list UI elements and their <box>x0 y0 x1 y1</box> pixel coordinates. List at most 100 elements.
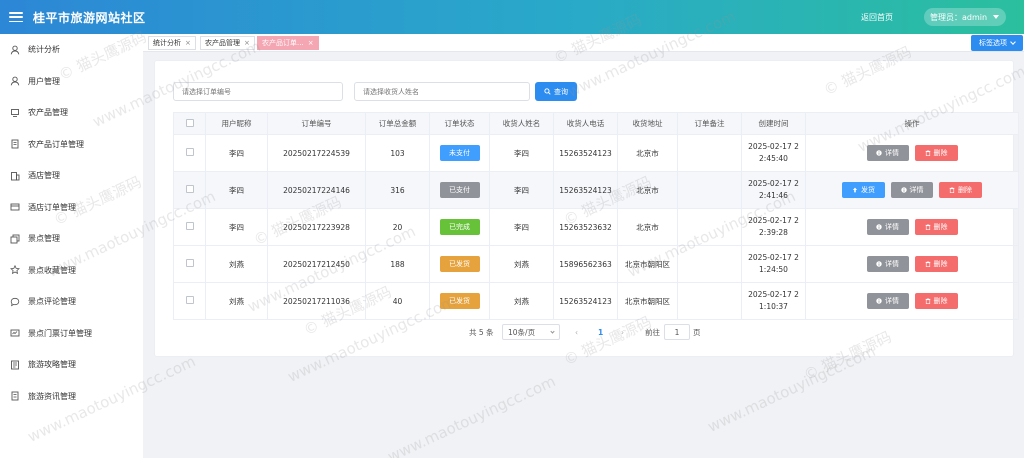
goto-page-input[interactable]: 1 <box>664 324 690 340</box>
sidebar-item-11[interactable]: 旅游资讯管理 <box>0 381 143 413</box>
cell-nickname: 刘燕 <box>205 282 268 320</box>
page-size-value: 10条/页 <box>508 327 536 337</box>
cell-address: 北京市朝阳区 <box>617 245 678 283</box>
detail-button[interactable]: 详情 <box>866 145 909 161</box>
detail-button[interactable]: 详情 <box>866 256 909 272</box>
delete-label: 删除 <box>933 297 948 305</box>
tab-2[interactable]: 农产品订单... × <box>257 36 319 50</box>
delete-button[interactable]: 删除 <box>914 256 958 272</box>
status-badge: 已发货 <box>439 256 480 272</box>
chevron-down-icon <box>550 328 555 334</box>
cell-nickname: 刘燕 <box>205 245 268 283</box>
sidebar-item-4[interactable]: 酒店管理 <box>0 160 143 192</box>
column-header: 订单备注 <box>677 112 742 135</box>
close-icon[interactable]: × <box>244 39 250 47</box>
cell-nickname: 李四 <box>205 171 268 209</box>
sidebar-item-0[interactable]: 统计分析 <box>0 34 143 66</box>
cell-created-time: 2025-02-17 2 1:24:50 <box>741 245 806 283</box>
status-badge: 已发货 <box>439 293 480 309</box>
tags-view: 标签选项 统计分析 × 农产品管理 × 农产品订单... × <box>143 34 1024 52</box>
time-clock: 1:24:50 <box>759 265 788 274</box>
close-icon[interactable]: × <box>185 39 191 47</box>
sidebar-item-7[interactable]: 景点收藏管理 <box>0 255 143 287</box>
receiver-search-input[interactable] <box>354 82 530 101</box>
detail-button[interactable]: 详情 <box>891 182 933 198</box>
detail-label: 详情 <box>885 223 899 231</box>
tag-options-button[interactable]: 标签选项 <box>971 35 1023 51</box>
info-icon <box>876 224 882 230</box>
sidebar-item-5[interactable]: 酒店订单管理 <box>0 192 143 224</box>
trash-icon <box>925 224 930 230</box>
sidebar-item-label: 旅游攻略管理 <box>28 360 76 370</box>
search-button-label: 查询 <box>554 87 568 96</box>
tab-1[interactable]: 农产品管理 × <box>200 36 255 50</box>
caret-down-icon <box>993 15 1000 19</box>
delete-label: 删除 <box>958 186 972 194</box>
close-icon[interactable]: × <box>308 39 314 47</box>
cell-actions: 详情 删除 <box>805 282 1019 320</box>
cell-note <box>677 134 742 172</box>
cell-phone: 15263524123 <box>553 171 618 209</box>
sidebar-item-8[interactable]: 景点评论管理 <box>0 286 143 318</box>
status-badge: 未支付 <box>439 145 480 161</box>
page-size-select[interactable]: 10条/页 <box>502 324 560 340</box>
next-page-icon[interactable]: › <box>621 324 624 340</box>
select-all-header[interactable] <box>173 112 206 135</box>
cell-actions: 详情 删除 <box>805 245 1019 283</box>
order-no-search-input[interactable] <box>173 82 343 101</box>
ship-button[interactable]: 发货 <box>842 182 885 198</box>
sidebar-item-10[interactable]: 旅游攻略管理 <box>0 349 143 381</box>
admin-dropdown[interactable]: 管理员：admin <box>924 8 1006 26</box>
info-icon <box>900 187 907 193</box>
cell-phone: 15263524123 <box>553 282 618 320</box>
delete-button[interactable]: 删除 <box>914 145 958 161</box>
info-icon <box>876 298 882 304</box>
table-header-row: 用户昵称 订单编号 订单总金额 订单状态 收货人姓名 收货人电话 收货地址 订单备注 创建时间操… <box>173 112 1019 135</box>
watermark-text: www.maotouyingcc.com <box>384 372 559 458</box>
cell-order-no: 20250217224146 <box>267 171 366 209</box>
detail-button[interactable]: 详情 <box>866 219 909 235</box>
tab-label: 统计分析 <box>153 39 181 47</box>
cell-receiver: 李四 <box>489 208 554 246</box>
row-checkbox[interactable] <box>185 148 194 156</box>
select-all-checkbox[interactable] <box>185 118 194 127</box>
prev-page-icon[interactable]: ‹ <box>575 324 578 340</box>
delete-button[interactable]: 删除 <box>939 182 982 198</box>
admin-label: 管理员：admin <box>930 12 988 22</box>
cell-amount: 316 <box>365 171 430 209</box>
cell-nickname: 李四 <box>205 208 268 246</box>
copy-icon <box>10 234 20 244</box>
sidebar-item-9[interactable]: 景点门票订单管理 <box>0 318 143 350</box>
home-link[interactable]: 返回首页 <box>861 12 893 23</box>
current-page[interactable]: 1 <box>598 324 603 340</box>
sidebar-item-6[interactable]: 景点管理 <box>0 223 143 255</box>
row-checkbox[interactable] <box>185 259 194 267</box>
row-checkbox[interactable] <box>185 296 194 304</box>
goto-label: 前往 <box>645 327 660 337</box>
row-checkbox[interactable] <box>185 222 194 230</box>
column-header: 订单状态 <box>429 112 490 135</box>
sidebar-item-3[interactable]: 农产品订单管理 <box>0 129 143 161</box>
cell-receiver: 刘燕 <box>489 245 554 283</box>
cell-order-no: 20250217211036 <box>267 282 366 320</box>
pagination: 共 5 条 10条/页 ‹ 1 › 前往 1 页 <box>155 324 1015 340</box>
row-checkbox[interactable] <box>185 185 194 193</box>
time-date: 2025-02-17 2 <box>748 142 799 151</box>
sidebar-item-2[interactable]: 农产品管理 <box>0 97 143 129</box>
tab-label: 农产品管理 <box>205 39 240 47</box>
delete-button[interactable]: 删除 <box>914 293 958 309</box>
sidebar-item-label: 景点评论管理 <box>28 297 76 307</box>
tab-0[interactable]: 统计分析 × <box>148 36 196 50</box>
page-suffix: 页 <box>693 327 701 337</box>
search-button[interactable]: 查询 <box>535 82 577 101</box>
menu-toggle-icon[interactable] <box>9 10 23 24</box>
cell-status: 未支付 <box>429 134 490 172</box>
upload-icon <box>852 187 858 193</box>
delete-button[interactable]: 删除 <box>914 219 958 235</box>
cell-created-time: 2025-02-17 2 2:45:40 <box>741 134 806 172</box>
delete-label: 删除 <box>933 149 948 157</box>
sidebar-item-1[interactable]: 用户管理 <box>0 66 143 98</box>
detail-button[interactable]: 详情 <box>866 293 909 309</box>
cell-created-time: 2025-02-17 2 2:39:28 <box>741 208 806 246</box>
top-header: 桂平市旅游网站社区 返回首页 管理员：admin <box>0 0 1024 34</box>
